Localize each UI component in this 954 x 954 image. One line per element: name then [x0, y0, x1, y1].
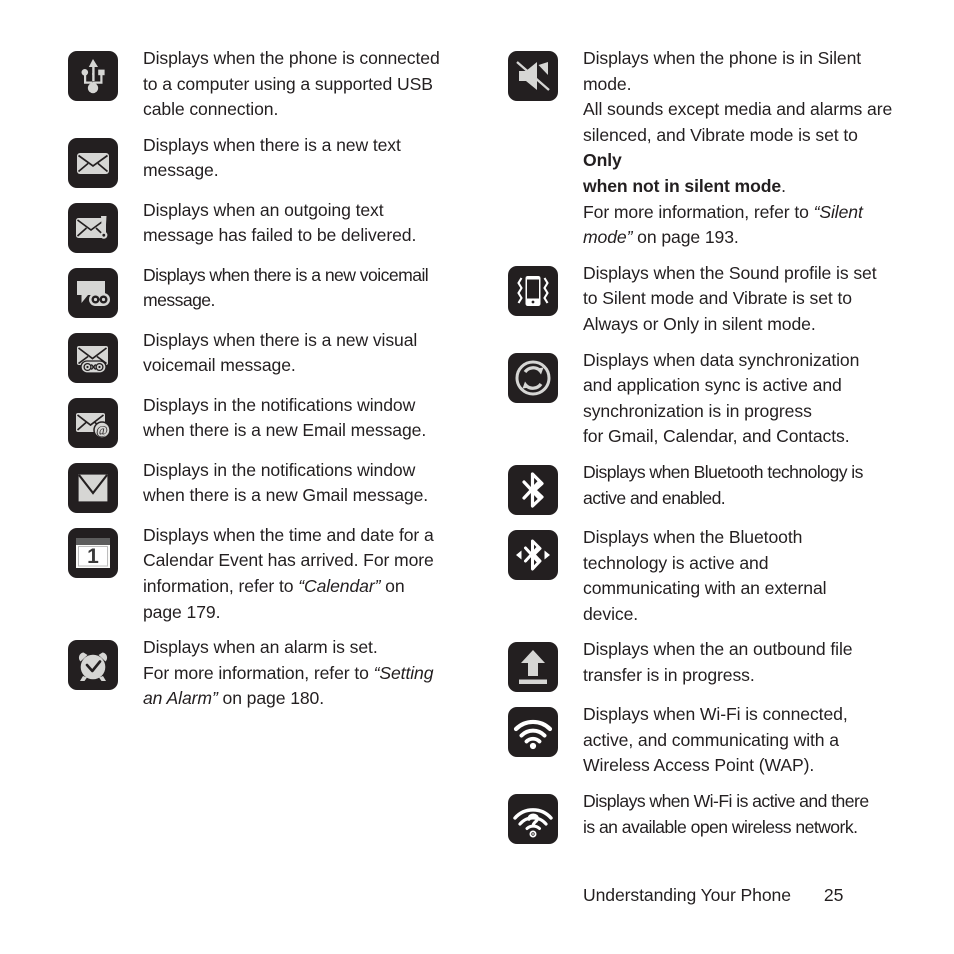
new-text-message-icon: [68, 137, 118, 188]
usb-icon: [68, 51, 118, 101]
list-item: Displays when an outgoing text message h…: [68, 196, 448, 253]
silent-bold-part1: Only: [583, 150, 622, 171]
description-text: Displays when the Bluetooth technology i…: [583, 526, 827, 624]
silent-bold-part2: when not in silent mode: [583, 175, 782, 196]
icon-cell: [68, 326, 120, 383]
right-column: Displays when the phone is in Silent mod…: [508, 44, 893, 852]
footer-page-number: 25: [823, 885, 844, 905]
alarm-ref-part1: “Setting: [373, 662, 434, 683]
failed-text-message-icon: [68, 202, 118, 253]
icon-cell: [68, 44, 120, 101]
icon-cell: [68, 196, 120, 253]
list-item: Displays when Wi-Fi is connected, active…: [508, 700, 893, 779]
list-item: Displays when data synchronization and a…: [508, 346, 893, 450]
icon-cell: @: [68, 391, 120, 448]
bluetooth-connected-icon: [508, 529, 558, 580]
voicemail-icon: [68, 267, 118, 318]
description-text: Displays in the notifications window whe…: [143, 394, 427, 441]
description-text: Displays when Wi-Fi is connected, active…: [583, 704, 848, 776]
alarm-line-3: an Alarm” on page 180.: [143, 688, 325, 709]
description-text: Displays when Wi-Fi is active and there …: [583, 791, 869, 837]
bluetooth-icon: [508, 464, 558, 515]
alarm-ref-part2: an Alarm”: [143, 688, 218, 709]
silent-ref-part1: “Silent: [813, 201, 863, 222]
wifi-connected-icon: [508, 707, 558, 758]
wifi-open-network-icon: [508, 794, 558, 845]
description-text: Displays when the phone is connected to …: [143, 48, 440, 120]
calendar-event-icon: 1: [68, 527, 118, 578]
list-item: Displays when there is a new text messag…: [68, 131, 448, 188]
list-item: Displays in the notifications window whe…: [68, 456, 448, 513]
list-item: Displays when the Bluetooth technology i…: [508, 523, 893, 627]
description-text: Displays when there is a new voicemail m…: [143, 264, 429, 311]
alarm-clock-icon: [68, 640, 118, 691]
file-upload-icon: [508, 642, 558, 693]
list-item: Displays when the phone is in Silent mod…: [508, 44, 893, 251]
silent-mode-icon: [508, 51, 558, 101]
description-text: Displays when the time and date for a Ca…: [143, 524, 434, 622]
description-text: Displays when Bluetooth technology is ac…: [583, 461, 863, 508]
silent-line-4: silenced, and Vibrate mode is set to Onl…: [583, 124, 858, 171]
description-text: Displays when the an outbound file trans…: [583, 639, 853, 685]
silent-line-5: when not in silent mode.: [583, 175, 786, 196]
description-text: Displays when the phone is in Silent mod…: [583, 48, 893, 248]
description-text: Displays when there is a new visual voic…: [143, 329, 418, 376]
list-item: Displays when Bluetooth technology is ac…: [508, 458, 893, 515]
svg-text:@: @: [96, 422, 108, 437]
icon-cell: [508, 44, 560, 101]
list-item: Displays when there is a new visual voic…: [68, 326, 448, 383]
icon-cell: [508, 700, 560, 758]
icon-cell: [508, 635, 560, 693]
email-message-icon: @: [68, 397, 118, 448]
list-item: Displays when the Sound profile is set t…: [508, 259, 893, 338]
page-footer: Understanding Your Phone 25: [583, 885, 843, 906]
icon-cell: [508, 458, 560, 515]
icon-cell: [508, 523, 560, 580]
alarm-line-2: For more information, refer to “Setting: [143, 662, 434, 683]
icon-cell: [508, 787, 560, 845]
sync-icon: [508, 352, 558, 403]
icon-cell: [68, 131, 120, 188]
description-text: Displays when data synchronization and a…: [583, 349, 860, 447]
list-item: Displays when Wi-Fi is active and there …: [508, 787, 893, 845]
description-text: Displays when an outgoing text message h…: [143, 199, 417, 246]
calendar-line-3: information, refer to “Calendar” on: [143, 575, 405, 596]
svg-text:1: 1: [87, 545, 99, 568]
icon-cell: [68, 456, 120, 513]
description-text: Displays when an alarm is set. For more …: [143, 637, 434, 709]
description-text: Displays in the notifications window whe…: [143, 459, 429, 506]
list-item: @ Displays in the notifications window w…: [68, 391, 448, 448]
list-item: Displays when an alarm is set. For more …: [68, 633, 448, 712]
icon-cell: [508, 259, 560, 316]
manual-page: Displays when the phone is connected to …: [0, 0, 954, 954]
calendar-ref: “Calendar”: [298, 575, 381, 596]
footer-section-title: Understanding Your Phone: [583, 885, 791, 905]
list-item: Displays when the phone is connected to …: [68, 44, 448, 123]
left-column: Displays when the phone is connected to …: [68, 44, 448, 720]
icon-cell: [68, 633, 120, 691]
silent-line-6: For more information, refer to “Silent: [583, 201, 863, 222]
description-text: Displays when there is a new text messag…: [143, 134, 401, 181]
icon-cell: 1: [68, 521, 120, 578]
list-item: Displays when there is a new voicemail m…: [68, 261, 448, 318]
list-item: 1 Displays when the time and date for a …: [68, 521, 448, 625]
visual-voicemail-icon: [68, 332, 118, 383]
vibrate-icon: [508, 265, 558, 316]
silent-line-7: mode” on page 193.: [583, 227, 739, 248]
silent-ref-part2: mode”: [583, 227, 633, 248]
icon-cell: [508, 346, 560, 403]
description-text: Displays when the Sound profile is set t…: [583, 262, 877, 334]
icon-cell: [68, 261, 120, 318]
list-item: Displays when the an outbound file trans…: [508, 635, 893, 693]
gmail-message-icon: [68, 462, 118, 513]
